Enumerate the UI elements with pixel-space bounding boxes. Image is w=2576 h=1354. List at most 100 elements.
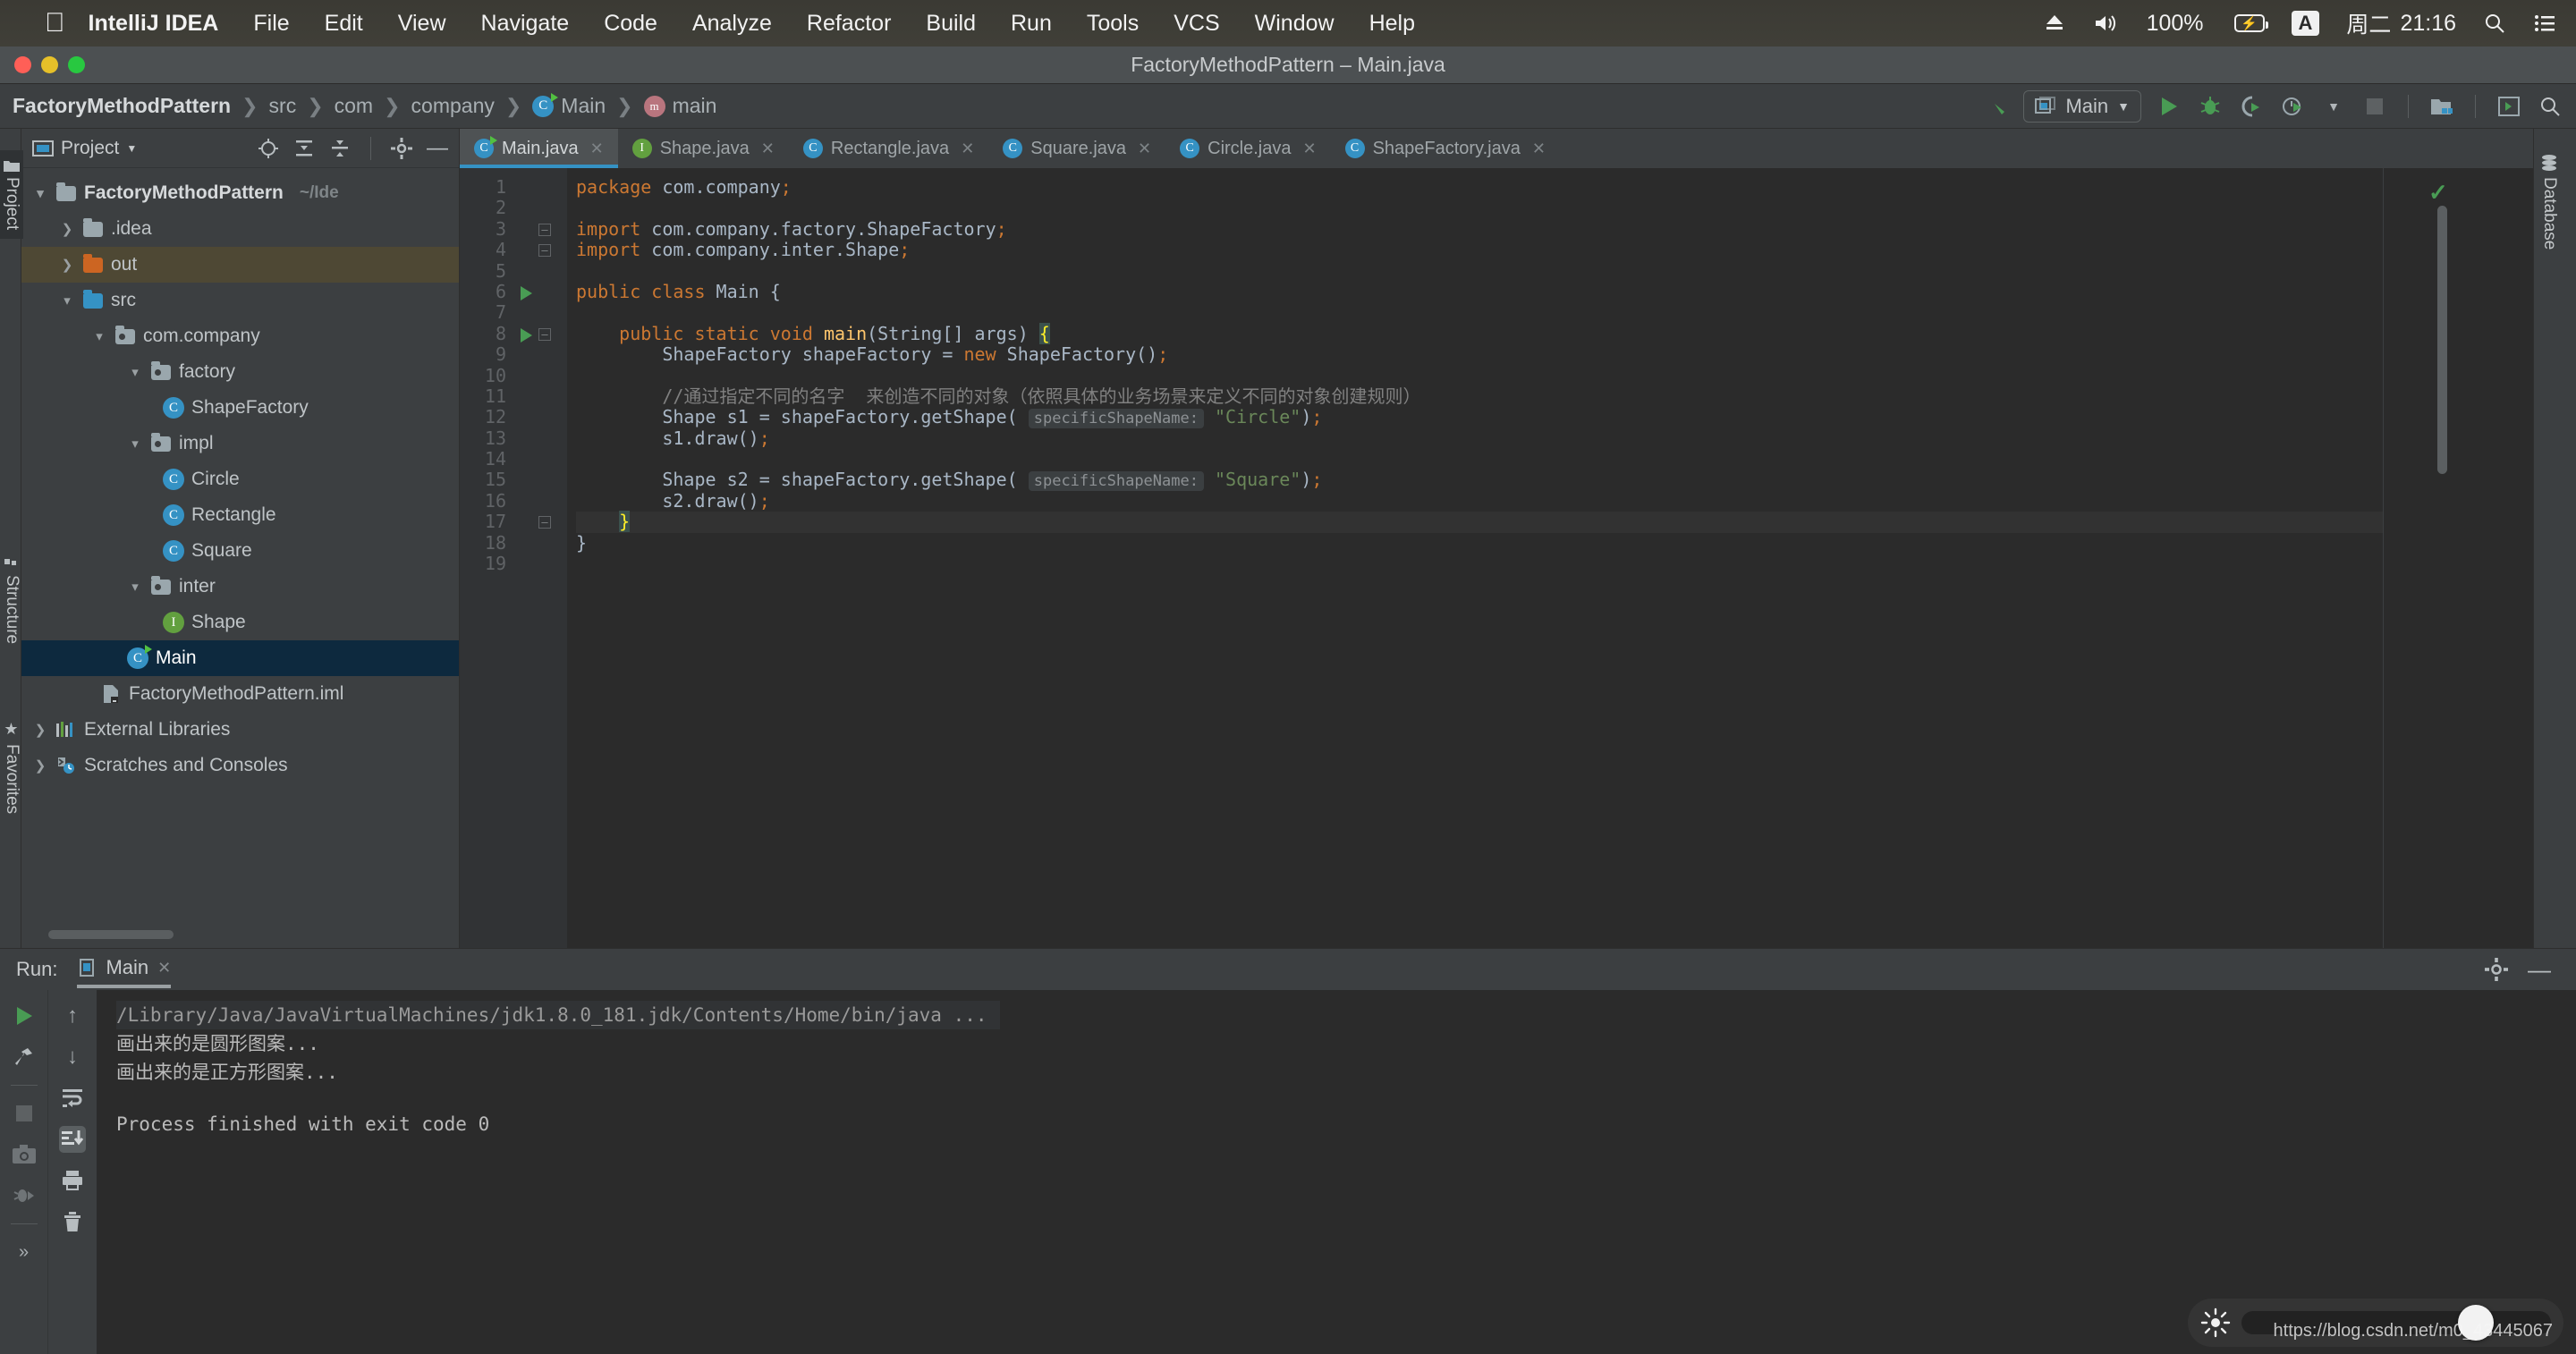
breadcrumb-item-main-method[interactable]: m main (644, 94, 717, 118)
chevron-collapsed-icon[interactable]: ❯ (59, 257, 75, 273)
chevron-collapsed-icon[interactable]: ❯ (32, 757, 48, 774)
tree-node-com-company[interactable]: ▾ com.company (21, 318, 459, 354)
close-icon[interactable]: ✕ (590, 140, 604, 158)
debug-icon[interactable] (2197, 93, 2224, 120)
down-arrow-icon[interactable]: ↓ (59, 1044, 86, 1071)
project-view-selector[interactable]: Project ▼ (32, 138, 137, 159)
editor-tab-circle-java[interactable]: C Circle.java ✕ (1165, 129, 1330, 168)
close-icon[interactable]: ✕ (157, 959, 171, 977)
tree-node-factory[interactable]: ▾ factory (21, 354, 459, 390)
chevron-expanded-icon[interactable]: ▾ (127, 364, 143, 380)
close-icon[interactable]: ✕ (761, 140, 775, 158)
editor-tab-shape-java[interactable]: I Shape.java ✕ (618, 129, 789, 168)
close-icon[interactable]: ✕ (1532, 140, 1546, 158)
profiler-chevron-down-icon[interactable]: ▼ (2320, 93, 2347, 120)
menu-item-code[interactable]: Code (604, 11, 657, 37)
tree-node-idea[interactable]: ❯ .idea (21, 211, 459, 247)
chevron-collapsed-icon[interactable]: ❯ (32, 722, 48, 738)
sidebar-item-favorites[interactable]: ★ Favorites (0, 711, 23, 823)
editor-tab-main-java[interactable]: C Main.java ✕ (460, 129, 618, 168)
sidebar-item-structure[interactable]: Structure (0, 548, 23, 653)
sidebar-item-database[interactable]: Database (2538, 147, 2561, 257)
profiler-icon[interactable] (2279, 93, 2306, 120)
run-configuration-selector[interactable]: Main ▼ (2023, 90, 2141, 123)
menu-item-analyze[interactable]: Analyze (692, 11, 772, 37)
screenshot-icon[interactable] (11, 1141, 38, 1168)
menu-item-build[interactable]: Build (926, 11, 976, 37)
rerun-settings-icon[interactable] (11, 1044, 38, 1071)
editor-tab-shapefactory-java[interactable]: C ShapeFactory.java ✕ (1331, 129, 1560, 168)
code-text[interactable]: package com.company; import com.company.… (567, 168, 2383, 948)
tree-node-src[interactable]: ▾ src (21, 283, 459, 318)
menu-item-vcs[interactable]: VCS (1174, 11, 1219, 37)
hammer-icon[interactable] (1982, 93, 2009, 120)
menu-item-run[interactable]: Run (1011, 11, 1052, 37)
up-arrow-icon[interactable]: ↑ (59, 1003, 86, 1029)
dump-threads-icon[interactable] (11, 1182, 38, 1209)
fold-icon[interactable]: – (538, 516, 551, 529)
menu-item-window[interactable]: Window (1255, 11, 1335, 37)
tree-node-main[interactable]: C Main (21, 640, 459, 676)
tree-node-shape[interactable]: I Shape (21, 605, 459, 640)
close-icon[interactable]: ✕ (1302, 140, 1316, 158)
tree-node-iml-file[interactable]: FactoryMethodPattern.iml (21, 676, 459, 712)
more-icon[interactable]: » (11, 1239, 38, 1265)
run-icon[interactable] (2156, 93, 2182, 120)
control-center-icon[interactable] (2533, 13, 2556, 33)
tree-node-external-libraries[interactable]: ❯ External Libraries (21, 712, 459, 748)
open-terminal-icon[interactable] (2496, 93, 2522, 120)
breadcrumb-item-com[interactable]: com (335, 94, 373, 118)
chevron-expanded-icon[interactable]: ▾ (127, 579, 143, 595)
tree-node-rectangle[interactable]: C Rectangle (21, 497, 459, 533)
run-method-gutter-icon[interactable] (521, 328, 532, 343)
sidebar-item-project[interactable]: Project (0, 150, 23, 239)
tree-node-impl[interactable]: ▾ impl (21, 426, 459, 461)
inspection-ok-icon[interactable]: ✓ (2428, 179, 2448, 207)
menu-item-tools[interactable]: Tools (1087, 11, 1139, 37)
gear-icon[interactable] (2485, 958, 2508, 981)
tree-node-scratches-and-consoles[interactable]: ❯ Scratches and Consoles (21, 748, 459, 783)
menu-item-refactor[interactable]: Refactor (807, 11, 891, 37)
eject-icon[interactable] (2043, 13, 2066, 34)
chevron-expanded-icon[interactable]: ▾ (91, 328, 107, 344)
collapse-all-icon[interactable] (329, 138, 351, 159)
tree-node-factorymethodpattern[interactable]: ▾ FactoryMethodPattern ~/Ide (21, 175, 459, 211)
minimize-icon[interactable]: — (2528, 965, 2560, 974)
volume-icon[interactable] (2093, 13, 2120, 34)
gear-icon[interactable] (391, 138, 412, 159)
tree-node-circle[interactable]: C Circle (21, 461, 459, 497)
project-structure-icon[interactable] (2428, 93, 2455, 120)
tree-node-inter[interactable]: ▾ inter (21, 569, 459, 605)
battery-charging-icon[interactable]: ⚡ (2231, 14, 2265, 32)
scroll-to-end-icon[interactable] (59, 1126, 86, 1153)
chevron-collapsed-icon[interactable]: ❯ (59, 221, 75, 237)
close-icon[interactable]: ✕ (1138, 140, 1151, 158)
soft-wrap-icon[interactable] (59, 1085, 86, 1112)
menu-item-navigate[interactable]: Navigate (481, 11, 570, 37)
close-icon[interactable]: ✕ (961, 140, 974, 158)
locate-icon[interactable] (258, 138, 279, 159)
project-tree-horizontal-scrollbar[interactable] (48, 930, 174, 939)
breadcrumb-item-main-class[interactable]: C Main (532, 94, 606, 118)
minimize-icon[interactable]: — (427, 144, 448, 153)
menu-item-help[interactable]: Help (1369, 11, 1415, 37)
editor-markup-scrollbar[interactable]: ✓ (2383, 168, 2533, 948)
breadcrumb-item-project[interactable]: FactoryMethodPattern (13, 94, 231, 118)
chevron-expanded-icon[interactable]: ▾ (32, 185, 48, 201)
fold-icon[interactable]: – (538, 244, 551, 257)
menu-item-intellij-idea[interactable]: IntelliJ IDEA (89, 11, 219, 37)
menu-item-edit[interactable]: Edit (325, 11, 363, 37)
search-icon[interactable] (2537, 93, 2563, 120)
menu-item-file[interactable]: File (253, 11, 289, 37)
expand-all-icon[interactable] (293, 138, 315, 159)
editor-tab-rectangle-java[interactable]: C Rectangle.java ✕ (789, 129, 988, 168)
spotlight-search-icon[interactable] (2483, 12, 2506, 35)
editor-vertical-scrollbar-thumb[interactable] (2437, 206, 2447, 474)
fold-icon[interactable]: – (538, 224, 551, 236)
run-class-gutter-icon[interactable] (521, 286, 532, 300)
menubar-clock[interactable]: 21:16 (2400, 11, 2456, 37)
breadcrumb-item-company[interactable]: company (411, 94, 495, 118)
run-with-coverage-icon[interactable] (2238, 93, 2265, 120)
editor-tab-square-java[interactable]: C Square.java ✕ (988, 129, 1165, 168)
tree-node-square[interactable]: C Square (21, 533, 459, 569)
